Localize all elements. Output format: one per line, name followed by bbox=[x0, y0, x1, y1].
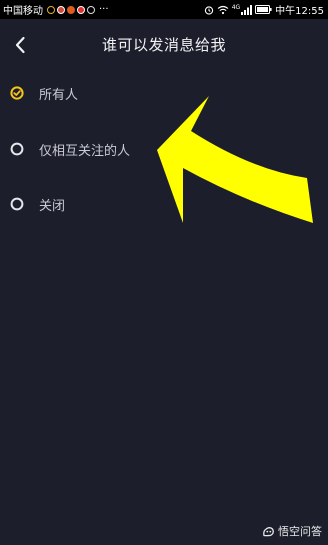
status-right: 4G 中午12:55 bbox=[204, 2, 324, 17]
watermark-text: 悟空问答 bbox=[278, 525, 322, 538]
status-left: 中国移动 ··· bbox=[3, 2, 109, 17]
alarm-icon bbox=[204, 5, 213, 15]
signal-icon bbox=[241, 4, 253, 15]
watermark: 悟空问答 bbox=[262, 523, 322, 539]
option-off[interactable]: 关闭 bbox=[0, 184, 328, 224]
wifi-icon bbox=[217, 5, 229, 14]
notification-app-icon bbox=[87, 5, 95, 14]
notification-app-icon bbox=[47, 5, 55, 14]
option-label: 关闭 bbox=[39, 198, 66, 214]
option-everyone[interactable]: 所有人 bbox=[0, 73, 328, 113]
option-label: 仅相互关注的人 bbox=[39, 143, 131, 159]
status-bar: 中国移动 ··· 4G 中午12:55 bbox=[0, 0, 328, 19]
radio-circle-icon bbox=[10, 197, 24, 211]
option-label: 所有人 bbox=[39, 87, 79, 103]
notification-app-icon bbox=[57, 5, 65, 14]
carrier-label: 中国移动 bbox=[3, 6, 43, 17]
wukong-logo-icon bbox=[263, 526, 274, 536]
option-mutual-follow[interactable]: 仅相互关注的人 bbox=[0, 129, 328, 169]
clock: 中午12:55 bbox=[275, 6, 324, 17]
header-bar: 谁可以发消息给我 bbox=[0, 19, 328, 73]
page-title: 谁可以发消息给我 bbox=[101, 36, 226, 54]
radio-circle-icon bbox=[10, 142, 24, 156]
notification-app-icon bbox=[77, 5, 85, 14]
battery-icon bbox=[255, 5, 272, 14]
screen: 中国移动 ··· 4G 中午12:55 谁可以发消息给我 所有人 仅相互关注的人… bbox=[0, 0, 328, 545]
notification-app-icon bbox=[67, 5, 75, 14]
checked-circle-icon bbox=[10, 86, 24, 100]
more-notifications-icon: ··· bbox=[99, 3, 109, 15]
network-type-label: 4G bbox=[231, 4, 241, 11]
